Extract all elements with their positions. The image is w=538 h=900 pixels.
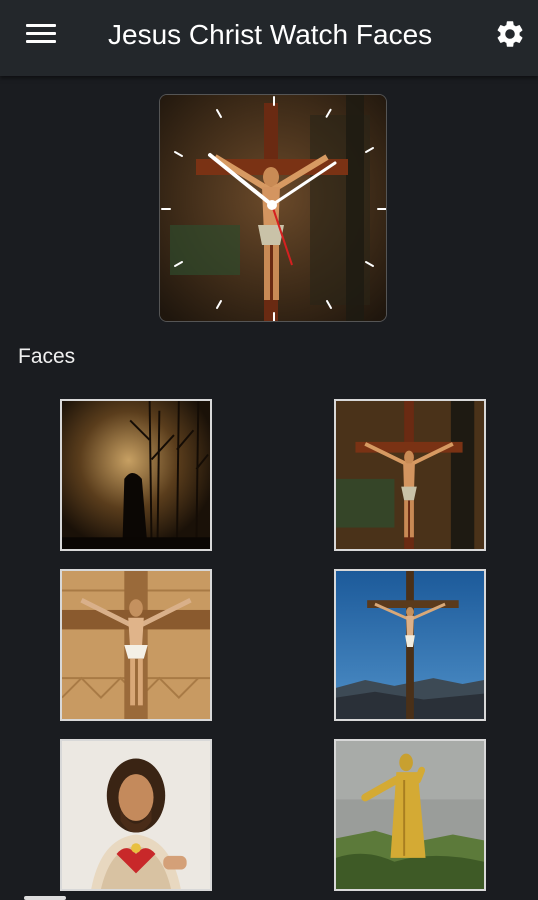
bottom-indicator — [24, 896, 66, 900]
face-thumbnail-5[interactable] — [60, 739, 212, 891]
face-thumbnail-3[interactable] — [60, 569, 212, 721]
faces-section-label: Faces — [18, 345, 76, 368]
face-thumbnail-2[interactable] — [334, 399, 486, 551]
hamburger-menu-icon[interactable] — [26, 22, 58, 48]
gear-icon[interactable] — [494, 18, 526, 50]
face-thumbnail-6[interactable] — [334, 739, 486, 891]
face-thumbnail-1[interactable] — [60, 399, 212, 551]
watch-face-preview[interactable] — [159, 94, 387, 322]
face-thumbnail-4[interactable] — [334, 569, 486, 721]
app-bar: Jesus Christ Watch Faces — [0, 0, 538, 76]
app-title: Jesus Christ Watch Faces — [108, 19, 433, 50]
